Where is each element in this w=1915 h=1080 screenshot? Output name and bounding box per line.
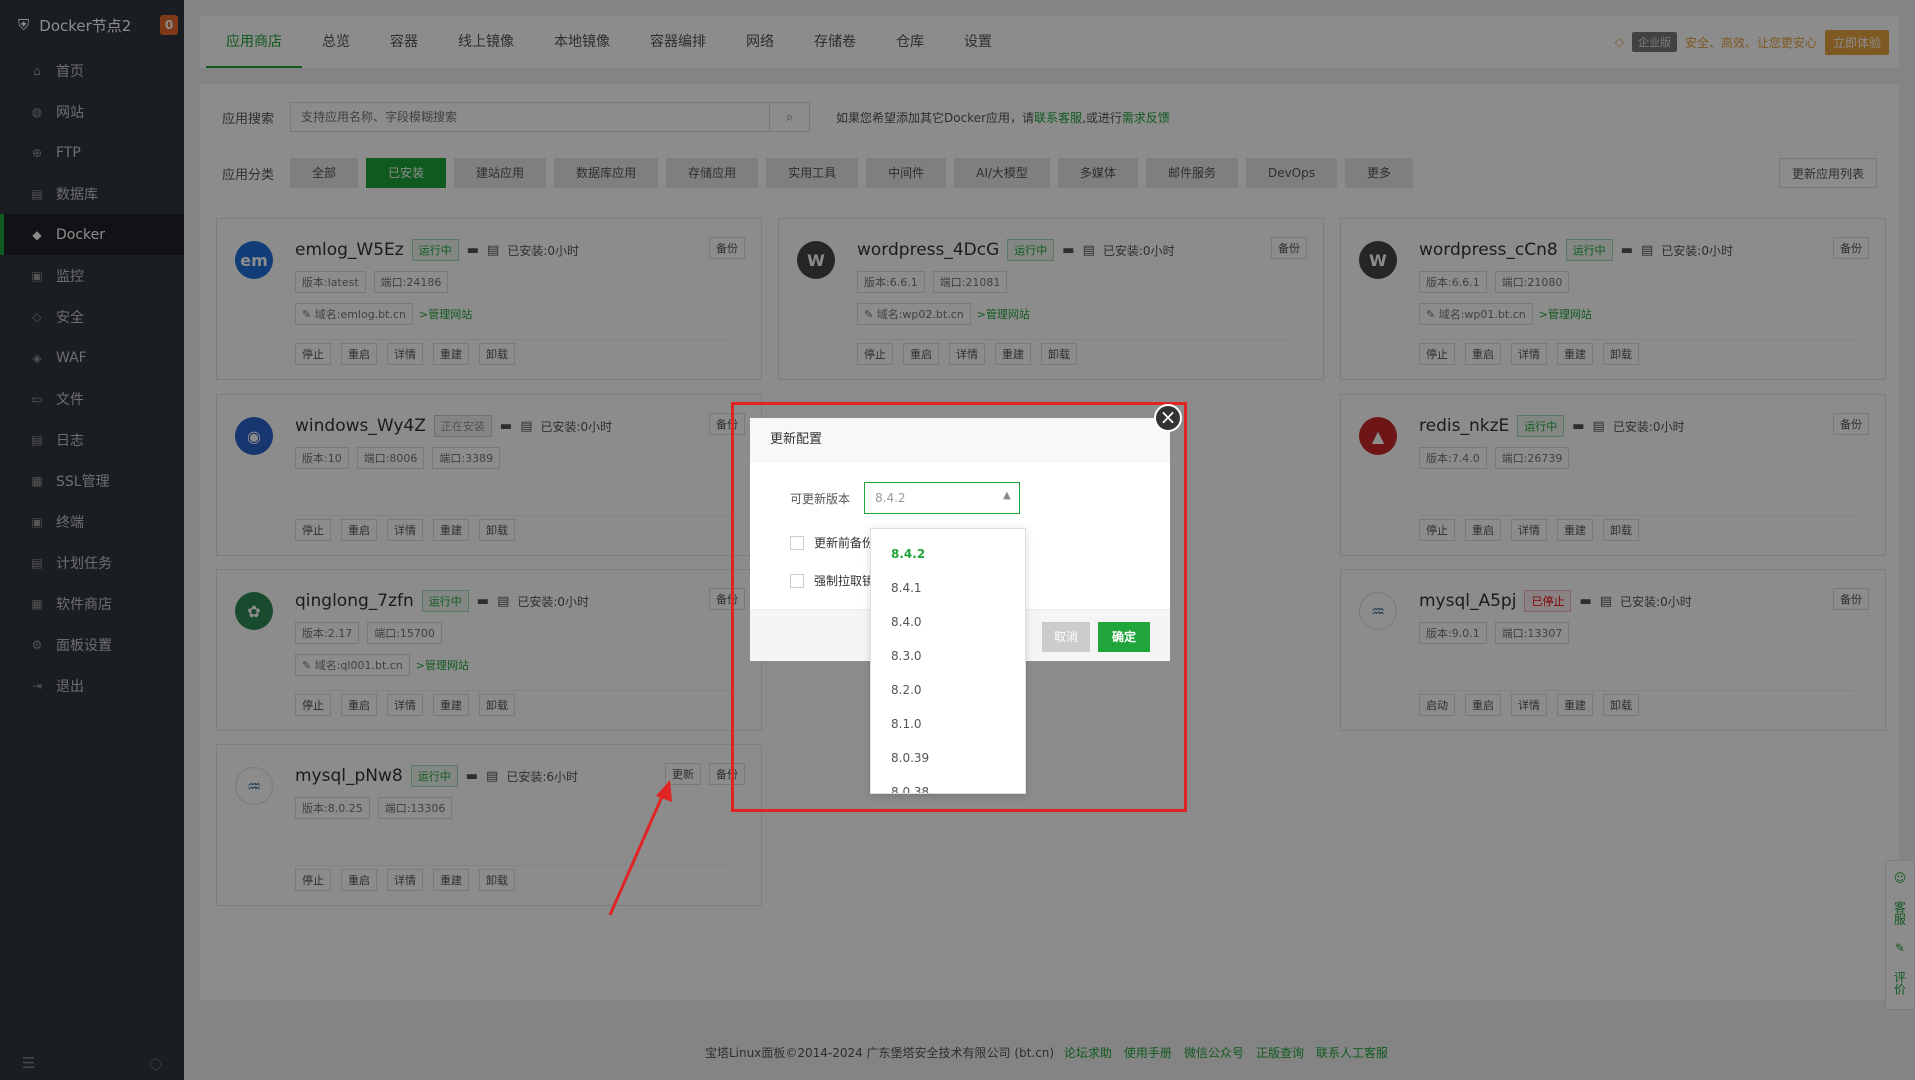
close-icon[interactable]: ×	[1154, 404, 1182, 432]
version-select[interactable]: 8.4.2 ▼	[864, 482, 1021, 514]
confirm-button[interactable]: 确定	[1097, 622, 1150, 652]
version-dropdown: 8.4.2 8.4.1 8.4.0 8.3.0 8.2.0 8.1.0 8.0.39 8.0.…	[870, 528, 1026, 794]
backup-checkbox[interactable]	[790, 535, 804, 550]
version-option[interactable]: 8.1.0	[871, 707, 1025, 741]
version-row: 可更新版本 8.4.2 ▼	[790, 482, 1021, 514]
version-select-value: 8.4.2	[875, 491, 906, 505]
version-option[interactable]: 8.0.39	[871, 741, 1025, 775]
cancel-button[interactable]: 取消	[1041, 622, 1090, 652]
version-option[interactable]: 8.3.0	[871, 639, 1025, 673]
dialog-title: 更新配置	[750, 418, 1170, 462]
chevron-up-icon: ▼	[1003, 490, 1012, 501]
version-option[interactable]: 8.2.0	[871, 673, 1025, 707]
version-option[interactable]: 8.4.2	[871, 537, 1025, 571]
version-option[interactable]: 8.0.38	[871, 775, 1025, 793]
version-option[interactable]: 8.4.0	[871, 605, 1025, 639]
backup-checkbox-row[interactable]: 更新前备份	[790, 534, 874, 551]
backup-checkbox-label: 更新前备份	[814, 536, 875, 550]
version-label: 可更新版本	[790, 491, 851, 506]
annotation-arrow	[608, 780, 672, 916]
version-option[interactable]: 8.4.1	[871, 571, 1025, 605]
force-pull-checkbox[interactable]	[790, 573, 804, 588]
